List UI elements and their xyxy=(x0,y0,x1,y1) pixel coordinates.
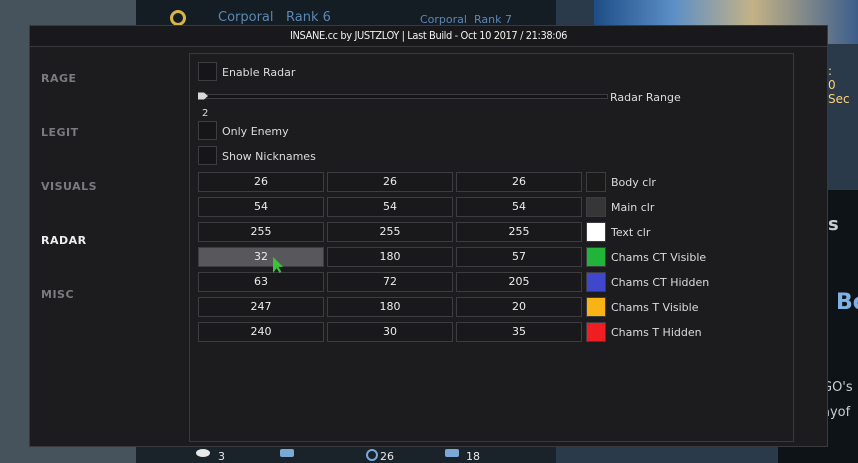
body-color-g-field[interactable]: 26 xyxy=(327,172,453,192)
side-bo-text: Bo xyxy=(836,290,858,315)
rank-current-number: Rank 6 xyxy=(286,10,331,25)
main-color-r-field[interactable]: 54 xyxy=(198,197,324,217)
chams-ct-hidden-r-field[interactable]: 63 xyxy=(198,272,324,292)
main-color-g-field[interactable]: 54 xyxy=(327,197,453,217)
chams-t-visible-label: Chams T Visible xyxy=(611,301,699,314)
chams-ct-visible-b-field[interactable]: 57 xyxy=(456,247,582,267)
nav-legit[interactable]: LEGIT xyxy=(41,126,79,139)
stat-value: 3 xyxy=(218,450,225,463)
nav-radar[interactable]: RADAR xyxy=(41,234,87,247)
text-color-swatch[interactable] xyxy=(586,222,606,242)
chams-t-visible-b-field[interactable]: 20 xyxy=(456,297,582,317)
main-color-label: Main clr xyxy=(611,201,655,214)
body-color-swatch[interactable] xyxy=(586,172,606,192)
radar-range-value: 2 xyxy=(202,108,209,119)
nav-rage[interactable]: RAGE xyxy=(41,72,77,85)
text-color-g-field[interactable]: 255 xyxy=(327,222,453,242)
chams-t-hidden-swatch[interactable] xyxy=(586,322,606,342)
chams-t-visible-swatch[interactable] xyxy=(586,297,606,317)
chams-ct-visible-label: Chams CT Visible xyxy=(611,251,707,264)
show-nicknames-label: Show Nicknames xyxy=(222,150,316,163)
body-color-label: Body clr xyxy=(611,176,656,189)
chams-ct-visible-g-field[interactable]: 180 xyxy=(327,247,453,267)
nav-visuals[interactable]: VISUALS xyxy=(41,180,97,193)
text-color-r-field[interactable]: 255 xyxy=(198,222,324,242)
chat-icon xyxy=(196,449,210,457)
chams-ct-visible-swatch[interactable] xyxy=(586,247,606,267)
radar-range-slider[interactable] xyxy=(198,94,608,99)
text-color-label: Text clr xyxy=(611,226,651,239)
rank-current: Corporal xyxy=(218,10,274,25)
only-enemy-checkbox[interactable] xyxy=(198,121,217,140)
chams-t-visible-r-field[interactable]: 247 xyxy=(198,297,324,317)
body-color-r-field[interactable]: 26 xyxy=(198,172,324,192)
slider-handle-arrow-icon[interactable] xyxy=(198,92,208,100)
only-enemy-label: Only Enemy xyxy=(222,125,289,138)
chams-ct-hidden-label: Chams CT Hidden xyxy=(611,276,710,289)
main-color-b-field[interactable]: 54 xyxy=(456,197,582,217)
enable-radar-checkbox[interactable] xyxy=(198,62,217,81)
chams-t-visible-g-field[interactable]: 180 xyxy=(327,297,453,317)
inventory-icon xyxy=(280,449,294,457)
chams-t-hidden-g-field[interactable]: 30 xyxy=(327,322,453,342)
clock-icon xyxy=(366,449,378,461)
chams-t-hidden-label: Chams T Hidden xyxy=(611,326,702,339)
chams-ct-visible-r-field[interactable]: 32 xyxy=(198,247,324,267)
side-colon: : xyxy=(828,64,833,78)
radar-settings-panel: Enable Radar Radar Range 2 Only Enemy Sh… xyxy=(189,53,794,442)
case-icon xyxy=(445,449,459,457)
chams-t-hidden-b-field[interactable]: 35 xyxy=(456,322,582,342)
body-color-b-field[interactable]: 26 xyxy=(456,172,582,192)
nav-misc[interactable]: MISC xyxy=(41,288,74,301)
side-s-text: s xyxy=(828,214,839,235)
chams-ct-hidden-b-field[interactable]: 205 xyxy=(456,272,582,292)
chams-t-hidden-r-field[interactable]: 240 xyxy=(198,322,324,342)
chams-ct-hidden-g-field[interactable]: 72 xyxy=(327,272,453,292)
enable-radar-label: Enable Radar xyxy=(222,66,296,79)
rank-badge-icon xyxy=(170,10,186,26)
side-sec-text: 0 Sec xyxy=(828,78,850,106)
main-color-swatch[interactable] xyxy=(586,197,606,217)
cheat-menu-window: INSANE.cc by JUSTZLOY | Last Build - Oct… xyxy=(29,25,828,447)
radar-range-label: Radar Range xyxy=(610,91,681,104)
window-title[interactable]: INSANE.cc by JUSTZLOY | Last Build - Oct… xyxy=(30,26,827,47)
stat-value: 26 xyxy=(380,450,394,463)
show-nicknames-checkbox[interactable] xyxy=(198,146,217,165)
stat-value: 18 xyxy=(466,450,480,463)
chams-ct-hidden-swatch[interactable] xyxy=(586,272,606,292)
text-color-b-field[interactable]: 255 xyxy=(456,222,582,242)
